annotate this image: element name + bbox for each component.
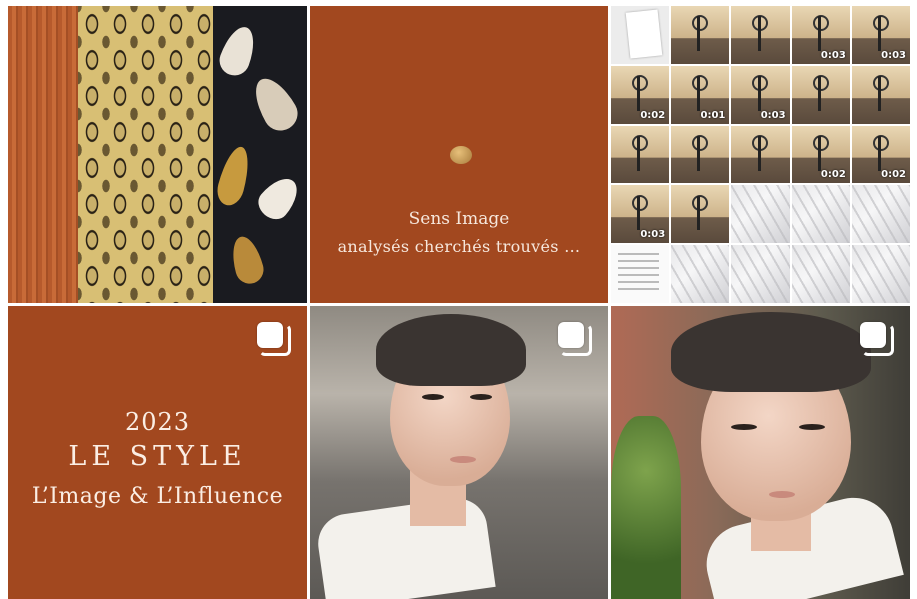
lips (450, 456, 476, 463)
pattern-overlay (78, 6, 218, 303)
video-duration: 0:03 (881, 49, 906, 61)
video-duration: 0:02 (881, 169, 906, 181)
thumb-studio: 0:03 (731, 65, 790, 124)
thumb-studio (671, 6, 730, 64)
thumb-studio (791, 65, 850, 124)
plant (611, 416, 681, 599)
post-portrait-1[interactable] (310, 306, 608, 599)
video-duration: 0:03 (640, 229, 666, 241)
thumb-document (611, 245, 670, 303)
eye (422, 394, 444, 400)
thumb-book (611, 6, 670, 64)
post-sens-image[interactable]: Sens Image analysés cherchés trouvés … (310, 6, 608, 303)
thumb-railing (731, 185, 790, 244)
thumb-studio (671, 125, 730, 184)
hair (671, 312, 871, 392)
eye (731, 424, 757, 430)
carousel-icon (558, 322, 592, 356)
video-duration: 0:02 (640, 109, 666, 121)
post-fabric-photo[interactable] (8, 6, 307, 303)
eye (799, 424, 825, 430)
sens-image-subtitle: analysés cherchés trouvés … (337, 237, 581, 256)
post-le-style[interactable]: 2023 LE STYLE L’Image & L’Influence (8, 306, 307, 599)
thumb-studio: 0:02 (791, 125, 850, 184)
le-style-year: 2023 (124, 408, 191, 436)
post-grid: Sens Image analysés cherchés trouvés … 0… (8, 6, 910, 599)
thumb-studio: 0:03 (851, 6, 910, 64)
thumb-studio (851, 65, 910, 124)
video-duration: 0:03 (760, 109, 786, 121)
thumb-railing (851, 185, 910, 244)
carousel-icon (257, 322, 291, 356)
thumb-railing (791, 245, 850, 303)
thumb-studio: 0:03 (611, 185, 670, 244)
thumbnail-grid: 0:03 0:03 0:02 0:01 0:03 0:02 0:02 0:03 (611, 6, 910, 303)
thumb-studio (731, 6, 790, 64)
thumb-railing (671, 245, 730, 303)
sens-image-title: Sens Image (408, 209, 510, 229)
floral-jacket (213, 6, 307, 303)
eye (470, 394, 492, 400)
thumb-studio: 0:03 (791, 6, 850, 64)
thumb-studio: 0:02 (851, 125, 910, 184)
le-style-title: LE STYLE (68, 441, 247, 472)
gold-dot (450, 146, 472, 164)
lips (769, 491, 795, 498)
thumb-studio (731, 125, 790, 184)
le-style-subtitle: L’Image & L’Influence (31, 484, 284, 509)
video-duration: 0:02 (820, 169, 846, 181)
thumb-studio: 0:01 (671, 65, 730, 124)
thumb-railing (731, 245, 790, 303)
video-duration: 0:03 (820, 49, 846, 61)
thumb-studio (671, 185, 730, 244)
carousel-icon (860, 322, 894, 356)
post-portrait-2[interactable] (611, 306, 910, 599)
thumb-railing (851, 245, 910, 303)
hair (376, 314, 526, 386)
knit-sweater (8, 6, 86, 303)
thumb-studio (611, 125, 670, 184)
video-duration: 0:01 (700, 109, 726, 121)
thumb-studio: 0:02 (611, 65, 670, 124)
thumb-railing (791, 185, 850, 244)
post-thumb-collage[interactable]: 0:03 0:03 0:02 0:01 0:03 0:02 0:02 0:03 (611, 6, 910, 303)
